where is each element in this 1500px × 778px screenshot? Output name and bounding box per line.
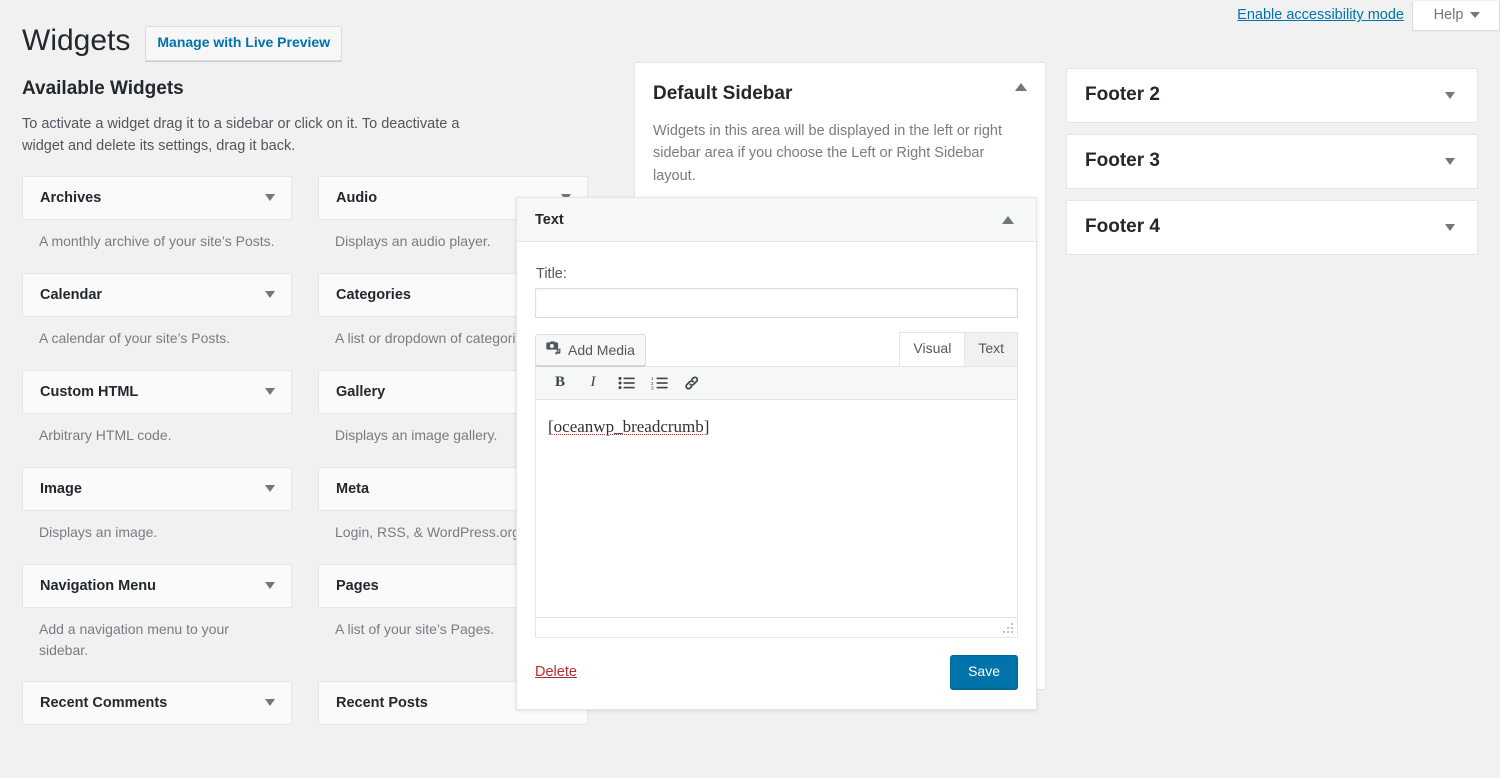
available-widget-description: A calendar of your site’s Posts. [22,317,292,361]
available-widget-name: Calendar [40,287,102,303]
tab-text[interactable]: Text [964,332,1018,366]
link-icon[interactable] [678,370,706,396]
available-widget-name: Pages [336,578,379,594]
available-widget-name: Meta [336,481,369,497]
add-media-button[interactable]: Add Media [535,334,646,365]
editor-controls-row: Add Media Visual Text [535,332,1018,366]
enable-accessibility-mode-link[interactable]: Enable accessibility mode [1237,8,1404,23]
widget-area-footer[interactable]: Footer 4 [1066,200,1478,255]
chevron-down-icon[interactable] [265,485,275,492]
available-widget-description [22,725,292,769]
available-widget-description [318,725,588,769]
help-button-label: Help [1434,7,1464,23]
available-widget-name: Recent Posts [336,695,428,711]
available-widget-name: Archives [40,190,101,206]
footer-area-title: Footer 3 [1085,150,1160,173]
chevron-down-icon [1470,12,1480,18]
footer-areas-column: Footer 2 Footer 3 Footer 4 [1066,68,1478,266]
available-widget-name: Audio [336,190,377,206]
page-title: Widgets [22,23,130,59]
widget-area-footer[interactable]: Footer 2 [1066,68,1478,123]
default-sidebar-title: Default Sidebar [653,83,792,106]
available-widget-description: Add a navigation menu to your sidebar. [22,608,292,672]
available-widgets-description: To activate a widget drag it to a sideba… [22,113,492,158]
help-button[interactable]: Help [1412,1,1500,31]
available-widget-header[interactable]: Navigation Menu [22,564,292,608]
chevron-down-icon[interactable] [265,194,275,201]
available-widget-header[interactable]: Image [22,467,292,511]
chevron-down-icon[interactable] [1445,92,1455,99]
chevron-up-icon[interactable] [1002,216,1014,224]
chevron-down-icon[interactable] [265,582,275,589]
available-widget-item: Archives A monthly archive of your site’s… [22,176,292,264]
available-widget-description: Arbitrary HTML code. [22,414,292,458]
editor-mode-tabs: Visual Text [899,332,1018,366]
available-widget-name: Gallery [336,384,385,400]
page-header: Widgets Manage with Live Preview [22,22,342,61]
delete-widget-link[interactable]: Delete [535,664,577,680]
editor-content: [oceanwp_breadcrumb] [548,417,709,436]
widget-area-footer[interactable]: Footer 3 [1066,134,1478,189]
available-widget-header[interactable]: Calendar [22,273,292,317]
text-widget-title: Text [535,212,564,228]
available-widget-description: Displays an image. [22,511,292,555]
available-widget-item: Recent Comments [22,681,292,769]
available-widget-name: Navigation Menu [40,578,156,594]
available-widget-description: A monthly archive of your site’s Posts. [22,220,292,264]
chevron-down-icon[interactable] [265,291,275,298]
available-widget-header[interactable]: Recent Comments [22,681,292,725]
chevron-down-icon[interactable] [265,699,275,706]
available-widgets-section: Available Widgets To activate a widget d… [22,76,596,778]
text-widget-footer: Delete Save [517,638,1036,710]
tab-visual[interactable]: Visual [899,332,965,366]
default-sidebar-header[interactable]: Default Sidebar [635,63,1045,110]
available-widget-item: Calendar A calendar of your site’s Posts. [22,273,292,361]
title-field-label: Title: [536,266,1018,282]
chevron-down-icon[interactable] [1445,158,1455,165]
available-widget-item: Image Displays an image. [22,467,292,555]
available-widget-item: Custom HTML Arbitrary HTML code. [22,370,292,458]
text-widget-body: Title: Add Media Visual T [517,242,1036,638]
available-widgets-grid: Archives A monthly archive of your site’s… [22,176,596,778]
available-widget-name: Image [40,481,82,497]
media-camera-icon [545,340,561,359]
manage-with-live-preview-button[interactable]: Manage with Live Preview [145,26,342,61]
format-toolbar: B I 1 2 3 [535,366,1018,400]
chevron-up-icon[interactable] [1015,83,1027,91]
available-widget-name: Custom HTML [40,384,138,400]
italic-icon[interactable]: I [579,370,607,396]
available-widgets-heading: Available Widgets [22,76,596,103]
bold-icon[interactable]: B [546,370,574,396]
available-widget-name: Recent Comments [40,695,167,711]
resize-handle[interactable] [1003,623,1014,634]
title-input[interactable] [535,288,1018,318]
save-button[interactable]: Save [950,655,1018,690]
chevron-down-icon[interactable] [1445,224,1455,231]
footer-area-title: Footer 2 [1085,84,1160,107]
text-editor-textarea[interactable]: [oceanwp_breadcrumb] [535,400,1018,618]
available-widget-header[interactable]: Custom HTML [22,370,292,414]
chevron-down-icon[interactable] [265,388,275,395]
text-widget-editor: Text Title: Add Media [516,197,1037,710]
svg-text:3: 3 [651,385,654,390]
bulleted-list-icon[interactable] [612,370,640,396]
editor-resize-strip [535,618,1018,638]
numbered-list-icon[interactable]: 1 2 3 [645,370,673,396]
available-widget-name: Categories [336,287,411,303]
footer-area-title: Footer 4 [1085,216,1160,239]
available-widget-header[interactable]: Archives [22,176,292,220]
default-sidebar-description: Widgets in this area will be displayed i… [635,110,1045,209]
available-widget-item: Navigation Menu Add a navigation menu to … [22,564,292,672]
utility-bar: Enable accessibility mode Help [1237,0,1500,31]
text-widget-header[interactable]: Text [517,198,1036,242]
add-media-label: Add Media [568,341,635,359]
